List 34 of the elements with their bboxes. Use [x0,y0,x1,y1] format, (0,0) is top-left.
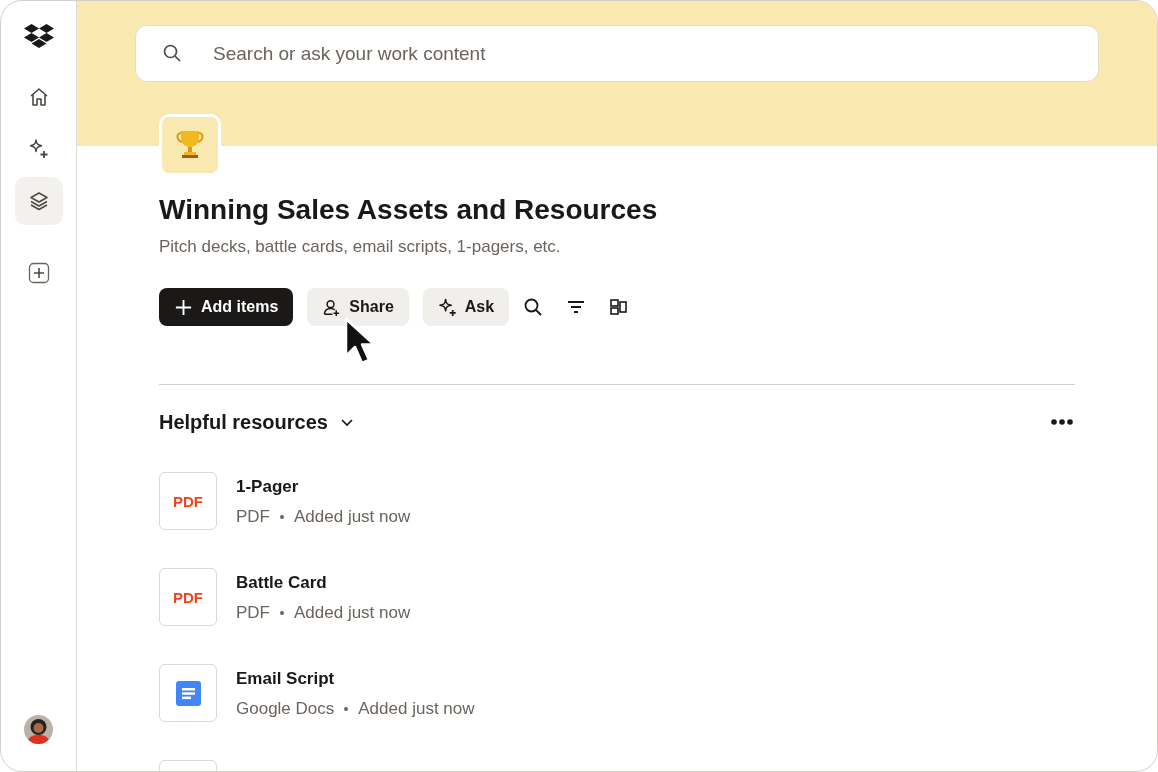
plus-icon [26,261,51,285]
sparkle-icon [437,297,457,317]
file-type: Google Docs [236,698,335,720]
file-type: PDF [236,602,270,624]
search-field[interactable]: Search or ask your work content [135,25,1099,82]
search-icon [523,297,544,317]
avatar[interactable] [24,715,53,744]
document-icon [175,680,201,706]
sidebar-stacks-button[interactable] [14,177,63,225]
file-type-label: PDF [173,492,203,510]
file-name[interactable]: Email Script [236,668,475,690]
file-thumbnail[interactable]: PDF [159,472,217,530]
file-type-label: PDF [173,588,203,606]
file-type: PDF [236,506,270,528]
logo-icon[interactable] [23,23,54,49]
file-thumbnail[interactable] [159,664,217,722]
page-subtitle: Pitch decks, battle cards, email scripts, 1-pagers, etc. [159,236,562,258]
layout-icon [609,297,630,317]
file-date: Added just now [358,698,475,720]
page-title: Winning Sales Assets and Resources [159,193,659,227]
more-button[interactable] [1051,417,1075,427]
file-name[interactable]: Battle Card [236,572,411,594]
ask-button[interactable]: Ask [422,288,510,326]
add-button[interactable]: Add items [159,288,294,326]
file-date: Added just now [294,602,411,624]
file-name[interactable]: 1-Pager [236,476,411,498]
file-date: Added just now [294,506,411,528]
search-icon [162,43,182,63]
section-title: Helpful resources [159,410,328,434]
trophy-icon [175,129,205,161]
share-button[interactable]: Share [307,288,409,326]
plus-icon [174,297,193,317]
person-plus-icon [322,297,342,317]
file-thumbnail[interactable]: PDF [159,568,217,626]
